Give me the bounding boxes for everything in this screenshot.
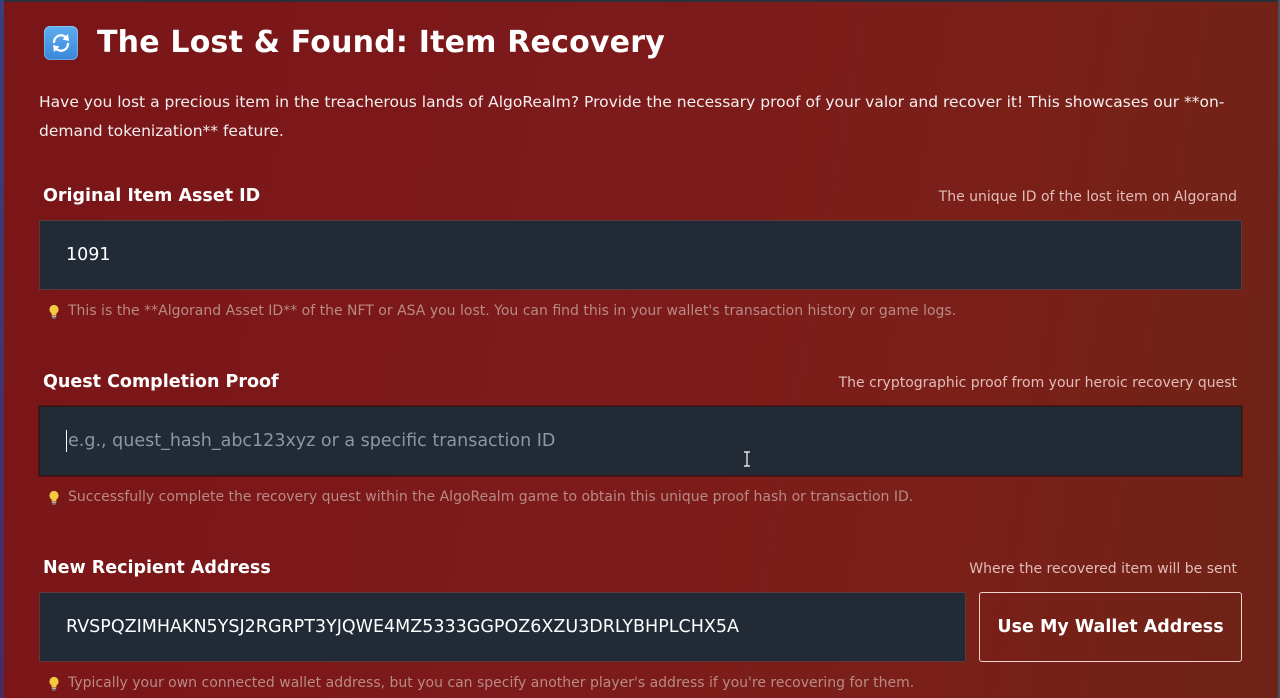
quest-proof-hint: Successfully complete the recovery quest… <box>47 489 913 505</box>
recipient-hint: Typically your own connected wallet addr… <box>47 675 914 691</box>
asset-id-sublabel: The unique ID of the lost item on Algora… <box>938 189 1237 205</box>
recipient-hint-text: Typically your own connected wallet addr… <box>68 675 915 691</box>
window-left-edge <box>0 0 4 698</box>
intro-paragraph: Have you lost a precious item in the tre… <box>39 93 1225 140</box>
recipient-address-input[interactable]: RVSPQZIMHAKN5YSJ2RGRPT3YJQWE4MZ5333GGPOZ… <box>39 592 966 662</box>
lightbulb-icon <box>47 489 61 505</box>
recipient-address-value: RVSPQZIMHAKN5YSJ2RGRPT3YJQWE4MZ5333GGPOZ… <box>66 617 739 637</box>
asset-id-input[interactable]: 1091 <box>39 220 1242 290</box>
refresh-arrows-icon <box>44 25 78 60</box>
quest-proof-sublabel: The cryptographic proof from your heroic… <box>838 375 1237 391</box>
page-title: The Lost & Found: Item Recovery <box>97 25 665 60</box>
quest-proof-hint-text: Successfully complete the recovery quest… <box>68 489 914 505</box>
quest-proof-input[interactable]: e.g., quest_hash_abc123xyz or a specific… <box>39 406 1242 476</box>
quest-proof-label: Quest Completion Proof <box>43 372 279 392</box>
window-top-border <box>0 0 1280 2</box>
lightbulb-icon <box>47 675 61 691</box>
text-caret <box>66 430 67 452</box>
page-header: The Lost & Found: Item Recovery <box>44 25 665 60</box>
recipient-label: New Recipient Address <box>43 558 271 578</box>
asset-id-hint: This is the **Algorand Asset ID** of the… <box>47 303 956 319</box>
quest-proof-placeholder: e.g., quest_hash_abc123xyz or a specific… <box>68 431 556 451</box>
asset-id-label: Original Item Asset ID <box>43 186 261 206</box>
asset-id-hint-text: This is the **Algorand Asset ID** of the… <box>68 303 957 319</box>
lightbulb-icon <box>47 303 61 319</box>
asset-id-value: 1091 <box>66 245 111 265</box>
recipient-sublabel: Where the recovered item will be sent <box>969 561 1237 577</box>
use-my-wallet-address-button[interactable]: Use My Wallet Address <box>979 592 1242 662</box>
text-cursor-icon <box>743 451 751 467</box>
